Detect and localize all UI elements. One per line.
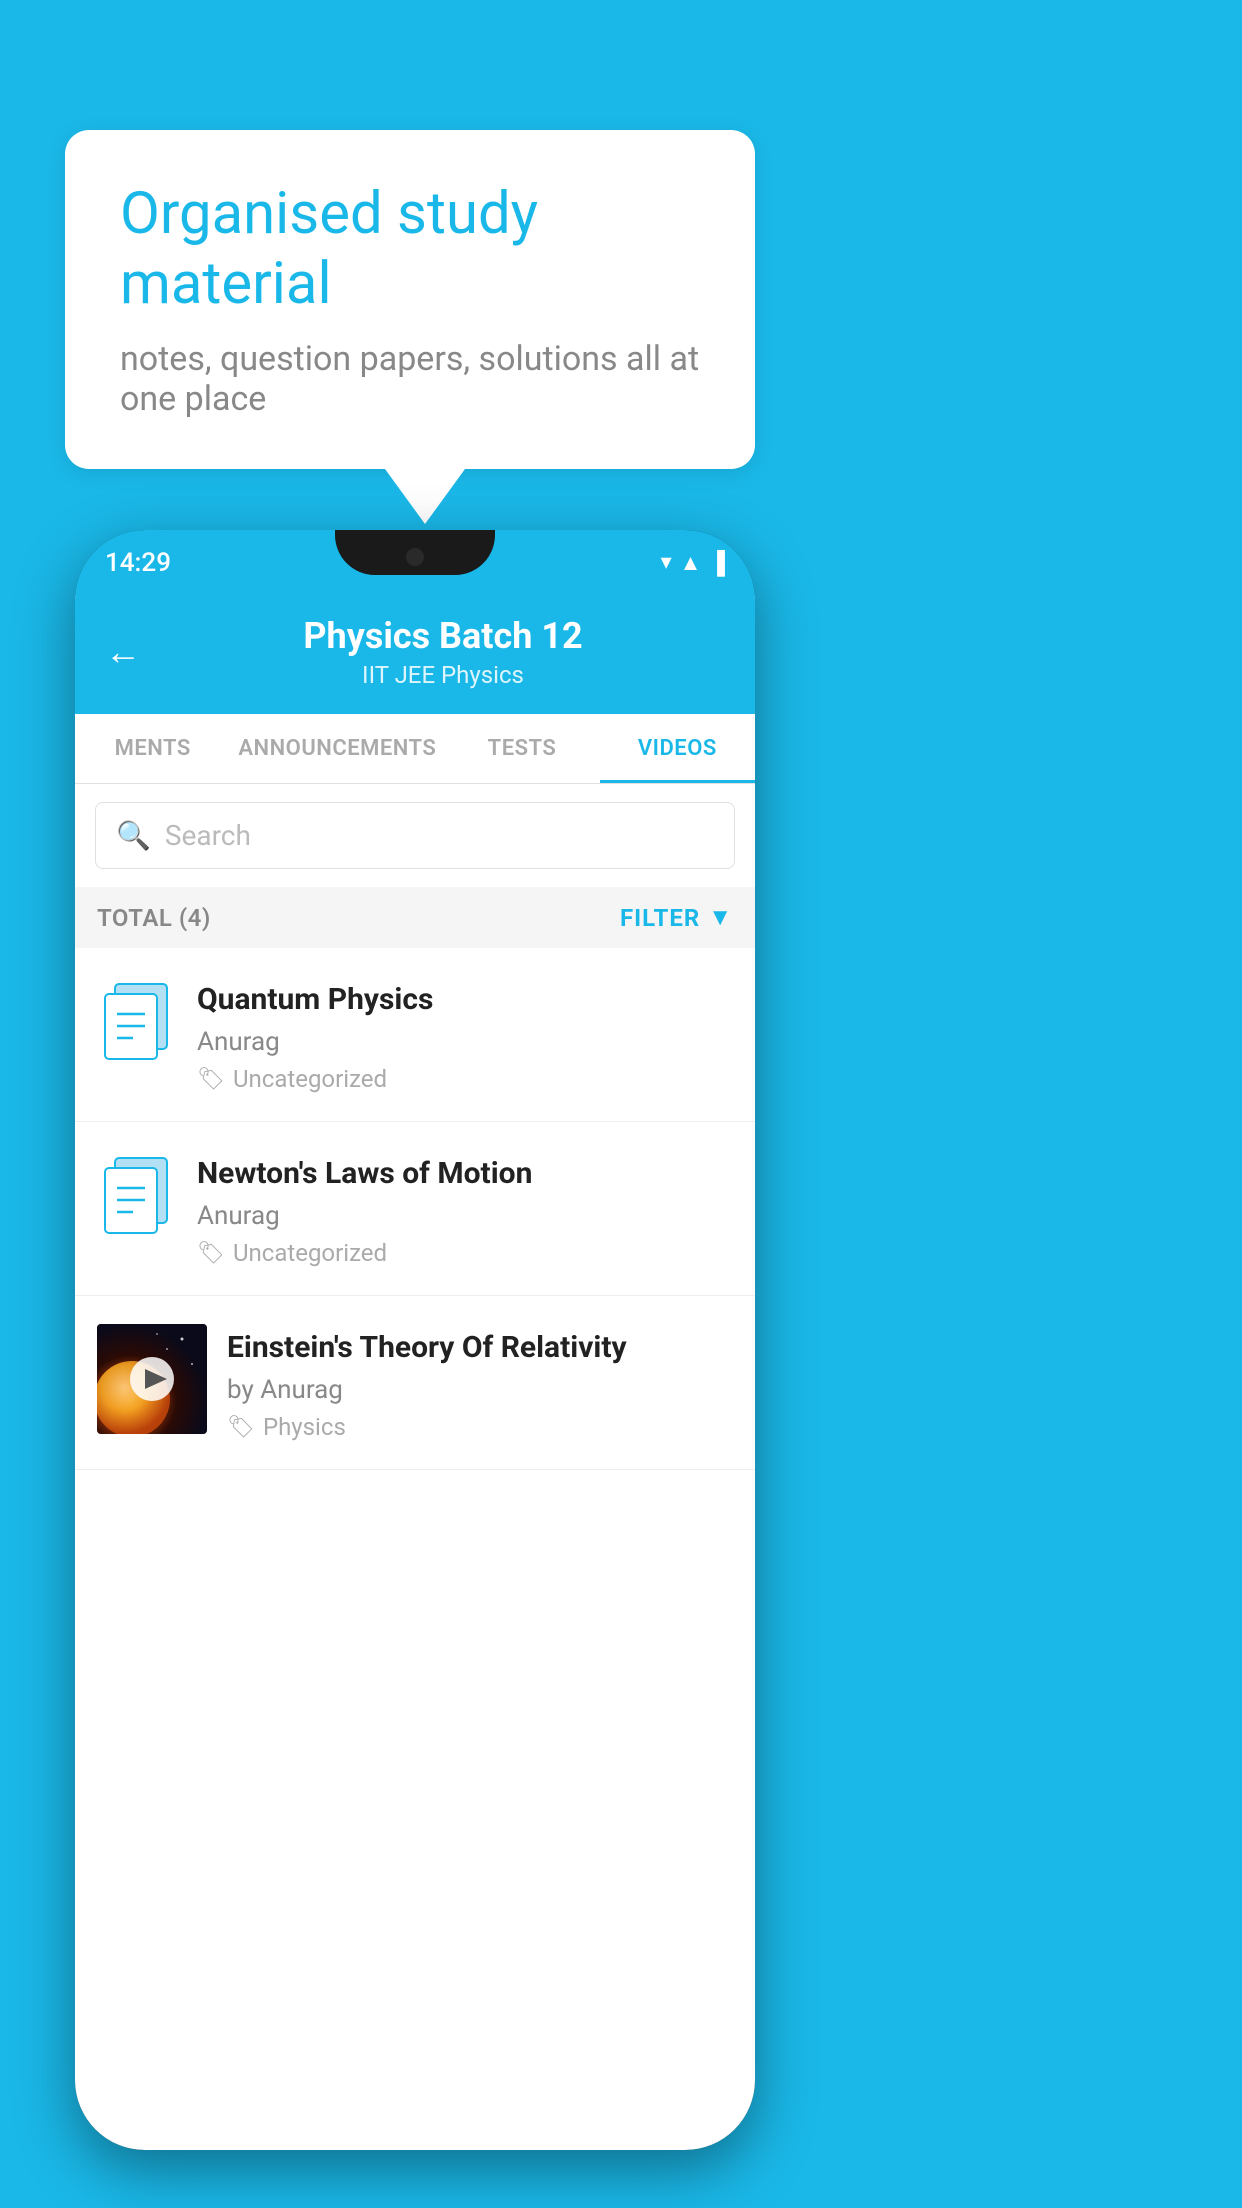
filter-button[interactable]: FILTER ▼ (620, 903, 733, 932)
video-info: Quantum Physics Anurag 🏷 Uncategorized (197, 976, 733, 1093)
phone-frame: 14:29 ▾ ▲ ▐ ← Physics Batch 12 IIT JEE P… (75, 530, 755, 2150)
thumbnail-image (97, 1324, 207, 1434)
list-item[interactable]: Newton's Laws of Motion Anurag 🏷 Uncateg… (75, 1122, 755, 1296)
search-bar[interactable]: 🔍 Search (95, 802, 735, 869)
video-list: Quantum Physics Anurag 🏷 Uncategorized (75, 948, 755, 1470)
video-tag: 🏷 Uncategorized (197, 1065, 733, 1093)
speech-bubble: Organised study material notes, question… (65, 130, 755, 469)
tab-ments[interactable]: MENTS (75, 714, 230, 783)
tag-icon: 🏷 (197, 1067, 225, 1092)
list-item[interactable]: Quantum Physics Anurag 🏷 Uncategorized (75, 948, 755, 1122)
filter-icon: ▼ (708, 903, 733, 932)
video-title: Quantum Physics (197, 980, 733, 1019)
filter-label: FILTER (620, 904, 700, 932)
status-time: 14:29 (105, 548, 171, 578)
speech-bubble-title: Organised study material (120, 180, 700, 319)
signal-icon: ▲ (680, 550, 702, 576)
video-tag: 🏷 Uncategorized (197, 1239, 733, 1267)
camera-dot (406, 548, 424, 566)
video-info: Einstein's Theory Of Relativity by Anura… (227, 1324, 733, 1441)
status-icons: ▾ ▲ ▐ (661, 550, 725, 576)
header-subtitle: IIT JEE Physics (161, 661, 725, 689)
wifi-icon: ▾ (661, 550, 672, 575)
speech-bubble-arrow (385, 469, 465, 524)
list-item[interactable]: Einstein's Theory Of Relativity by Anura… (75, 1296, 755, 1470)
search-icon: 🔍 (116, 819, 151, 852)
filter-bar: TOTAL (4) FILTER ▼ (75, 887, 755, 948)
app-header: ← Physics Batch 12 IIT JEE Physics (75, 595, 755, 714)
back-button[interactable]: ← (105, 631, 141, 673)
doc-icon (97, 1150, 177, 1240)
tabs-container: MENTS ANNOUNCEMENTS TESTS VIDEOS (75, 714, 755, 784)
header-title: Physics Batch 12 (161, 615, 725, 657)
status-bar: 14:29 ▾ ▲ ▐ (75, 530, 755, 595)
tab-videos[interactable]: VIDEOS (600, 714, 755, 783)
doc-icon (97, 976, 177, 1066)
header-title-block: Physics Batch 12 IIT JEE Physics (161, 615, 725, 689)
video-title: Einstein's Theory Of Relativity (227, 1328, 733, 1367)
search-container: 🔍 Search (75, 784, 755, 887)
video-thumbnail (97, 1324, 207, 1434)
battery-icon: ▐ (709, 550, 725, 576)
speech-bubble-subtitle: notes, question papers, solutions all at… (120, 339, 700, 419)
tag-icon: 🏷 (197, 1241, 225, 1266)
tab-announcements[interactable]: ANNOUNCEMENTS (230, 714, 444, 783)
tag-label: Physics (263, 1413, 346, 1441)
phone-notch (335, 530, 495, 575)
video-author: by Anurag (227, 1375, 733, 1405)
video-info: Newton's Laws of Motion Anurag 🏷 Uncateg… (197, 1150, 733, 1267)
phone-screen: ← Physics Batch 12 IIT JEE Physics MENTS… (75, 595, 755, 2150)
video-tag: 🏷 Physics (227, 1413, 733, 1441)
tab-tests[interactable]: TESTS (444, 714, 599, 783)
video-author: Anurag (197, 1027, 733, 1057)
tag-label: Uncategorized (233, 1239, 387, 1267)
search-placeholder: Search (165, 819, 251, 852)
video-title: Newton's Laws of Motion (197, 1154, 733, 1193)
tag-icon: 🏷 (227, 1415, 255, 1440)
video-author: Anurag (197, 1201, 733, 1231)
tag-label: Uncategorized (233, 1065, 387, 1093)
total-count-label: TOTAL (4) (97, 904, 211, 932)
speech-bubble-container: Organised study material notes, question… (65, 130, 755, 524)
